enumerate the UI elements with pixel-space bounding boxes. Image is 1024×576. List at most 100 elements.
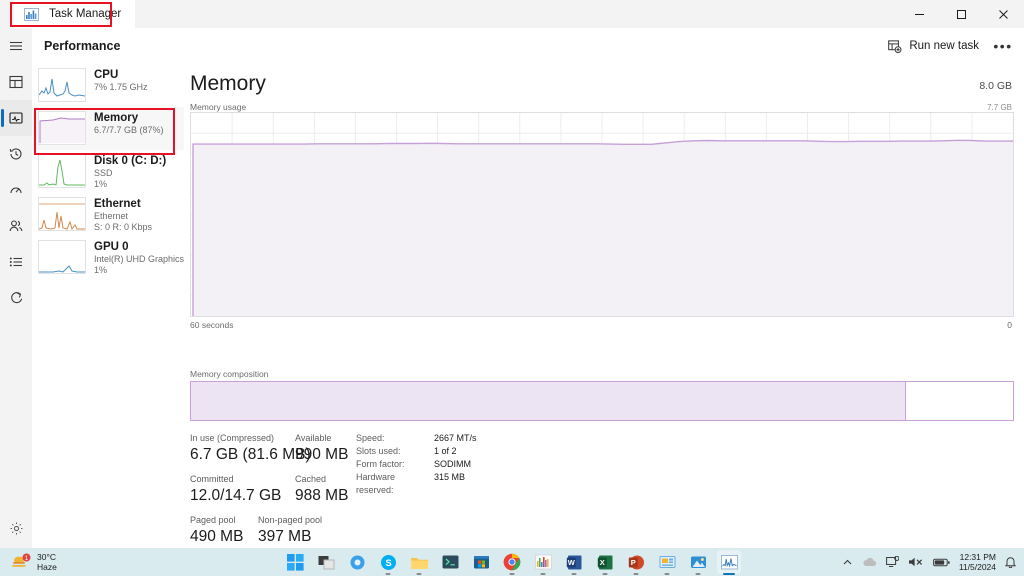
- word-icon[interactable]: W: [562, 550, 586, 575]
- ethernet-title: Ethernet: [94, 198, 141, 210]
- task-manager-icon: [24, 7, 39, 21]
- sidebar-item-memory[interactable]: Memory 6.7/7.7 GB (87%): [32, 107, 184, 150]
- sidebar-item-app-history[interactable]: [0, 136, 32, 172]
- powerpoint-icon[interactable]: P: [624, 550, 648, 575]
- performance-main-panel: Memory 8.0 GB Memory usage 7.7 GB 60 sec…: [184, 64, 1024, 548]
- stat-label: Committed: [190, 474, 234, 484]
- sidebar-item-gpu0[interactable]: GPU 0 Intel(R) UHD Graphics 1%: [32, 236, 184, 279]
- title-bar: Task Manager: [0, 0, 1024, 28]
- close-button[interactable]: [982, 0, 1024, 28]
- clock-time: 12:31 PM: [959, 552, 996, 562]
- sidebar-item-processes[interactable]: [0, 64, 32, 100]
- stat-value: 315 MB: [434, 472, 466, 482]
- volume-muted-icon[interactable]: [908, 556, 924, 568]
- memory-stats-left: In use (Compressed) 6.7 GB (81.6 MB) Ava…: [190, 432, 360, 555]
- gpu-title: GPU 0: [94, 241, 129, 253]
- settings-gear-icon[interactable]: [0, 512, 32, 544]
- gpu-sub2: 1%: [94, 265, 108, 275]
- running-indicator: [416, 573, 422, 575]
- presentation-icon[interactable]: [655, 550, 679, 575]
- notification-bell-icon[interactable]: [1005, 556, 1016, 568]
- sidebar-item-users[interactable]: [0, 208, 32, 244]
- graph-axis-right-label: 0: [1007, 320, 1012, 330]
- memory-title: Memory: [94, 112, 139, 124]
- maximize-button[interactable]: [940, 0, 982, 28]
- file-explorer-icon[interactable]: [407, 550, 431, 575]
- sidebar-item-performance[interactable]: [0, 100, 32, 136]
- taskbar-clock[interactable]: 12:31 PM 11/5/2024: [959, 552, 996, 572]
- run-new-task-button[interactable]: Run new task: [878, 33, 988, 59]
- network-icon[interactable]: [885, 556, 899, 568]
- sidebar-item-services[interactable]: [0, 280, 32, 316]
- stat-value: 990 MB: [295, 446, 349, 463]
- stat-value: SODIMM: [434, 459, 471, 469]
- more-options-button[interactable]: •••: [988, 33, 1018, 59]
- cpu-title: CPU: [94, 69, 119, 81]
- running-indicator: [571, 573, 577, 575]
- hamburger-menu-icon[interactable]: [0, 28, 32, 64]
- start-icon[interactable]: [283, 550, 307, 574]
- task-manager-tab-label: Task Manager: [49, 8, 122, 20]
- disk-sub1: SSD: [94, 168, 113, 178]
- show-hidden-icons-chevron-icon[interactable]: [842, 557, 853, 568]
- photos-icon[interactable]: [686, 550, 710, 575]
- task-view-icon[interactable]: [314, 550, 338, 574]
- sidebar-item-ethernet[interactable]: Ethernet Ethernet S: 0 R: 0 Kbps: [32, 193, 184, 236]
- memory-total-capacity: 8.0 GB: [979, 80, 1012, 92]
- copilot-icon[interactable]: [345, 550, 369, 574]
- stat-row: Committed 12.0/14.7 GB Cached 988 MB: [190, 473, 360, 505]
- sidebar-item-startup-apps[interactable]: [0, 172, 32, 208]
- stat-speed: Speed: 2667 MT/s: [356, 432, 576, 445]
- active-indicator: [723, 572, 735, 575]
- microsoft-store-icon[interactable]: [469, 550, 493, 574]
- running-indicator: [664, 573, 670, 575]
- battery-icon[interactable]: [932, 557, 950, 568]
- run-new-task-icon: [888, 39, 902, 53]
- sidebar-item-details[interactable]: [0, 244, 32, 280]
- stat-label: Cached: [295, 474, 327, 484]
- disk-sparkline: [38, 154, 86, 188]
- svg-text:S: S: [385, 558, 391, 569]
- memory-text: Memory 6.7/7.7 GB (87%): [94, 111, 164, 136]
- excel-icon[interactable]: X: [593, 550, 617, 575]
- memory-page-title: Memory: [190, 72, 266, 95]
- minimize-button[interactable]: [898, 0, 940, 28]
- sidebar-item-cpu[interactable]: CPU 7% 1.75 GHz: [32, 64, 184, 107]
- graph-axis-left-label: 60 seconds: [190, 320, 234, 330]
- sidebar-item-disk0[interactable]: Disk 0 (C: D:) SSD 1%: [32, 150, 184, 193]
- disk-title: Disk 0 (C: D:): [94, 155, 167, 167]
- run-new-task-label: Run new task: [909, 40, 979, 52]
- stat-in-use: In use (Compressed) 6.7 GB (81.6 MB): [190, 432, 311, 464]
- running-indicator: [509, 573, 515, 575]
- memory-graph-max-label: 7.7 GB: [987, 103, 1012, 112]
- task-manager-tab[interactable]: Task Manager: [14, 0, 136, 28]
- stat-label: Non-paged pool: [258, 515, 323, 525]
- cpu-sub: 7% 1.75 GHz: [94, 82, 148, 92]
- app-header: Performance Run new task •••: [32, 28, 1024, 64]
- stat-committed: Committed 12.0/14.7 GB: [190, 473, 295, 505]
- chrome-icon[interactable]: [500, 550, 524, 575]
- stat-label: In use (Compressed): [190, 433, 275, 443]
- stat-paged-pool: Paged pool 490 MB: [190, 514, 258, 546]
- page-title: Performance: [44, 39, 121, 53]
- gpu-text: GPU 0 Intel(R) UHD Graphics 1%: [94, 240, 185, 276]
- terminal-icon[interactable]: [438, 550, 462, 574]
- stat-value: 1 of 2: [434, 446, 457, 456]
- clock-date: 11/5/2024: [958, 562, 996, 572]
- skype-icon[interactable]: S: [376, 550, 400, 575]
- stat-cached: Cached 988 MB: [295, 473, 348, 505]
- stat-label: Form factor:: [356, 459, 405, 469]
- performance-sidebar: CPU 7% 1.75 GHz Memory 6.7/7.7 GB (87%): [32, 64, 184, 548]
- onedrive-cloud-icon[interactable]: [862, 557, 877, 568]
- memory-stats-right: Speed: 2667 MT/s Slots used: 1 of 2 Form…: [356, 432, 576, 497]
- analytics-app-icon[interactable]: [531, 550, 555, 575]
- ethernet-sparkline: [38, 197, 86, 231]
- memory-composition-bar[interactable]: [190, 381, 1014, 421]
- running-indicator: [633, 573, 639, 575]
- gpu-sub1: Intel(R) UHD Graphics: [94, 254, 185, 264]
- cpu-text: CPU 7% 1.75 GHz: [94, 68, 148, 93]
- svg-text:X: X: [599, 558, 604, 567]
- disk-sub2: 1%: [94, 179, 108, 189]
- stat-label: Available: [295, 433, 332, 443]
- task-manager-taskbar-icon[interactable]: [717, 550, 741, 575]
